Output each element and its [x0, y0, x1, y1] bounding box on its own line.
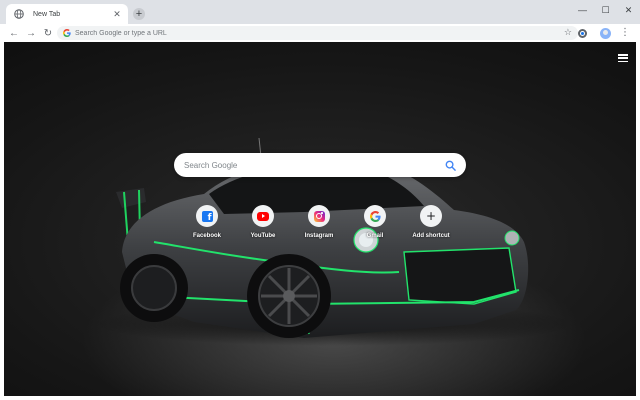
- address-input[interactable]: [75, 29, 515, 37]
- profile-avatar[interactable]: [600, 27, 611, 39]
- shortcut-gmail[interactable]: Gmail: [347, 205, 403, 255]
- add-shortcut-button[interactable]: + Add shortcut: [403, 205, 459, 255]
- browser-menu-icon[interactable]: ⋮: [620, 28, 630, 38]
- google-search-input[interactable]: [184, 160, 445, 170]
- tab-title: New Tab: [33, 10, 61, 18]
- bookmark-star-icon[interactable]: ☆: [564, 27, 572, 38]
- maximize-button[interactable]: ☐: [594, 0, 617, 20]
- window-controls: — ☐ ✕: [571, 0, 640, 20]
- tab-new-tab[interactable]: New Tab ✕: [6, 4, 128, 24]
- shortcut-instagram[interactable]: Instagram: [291, 205, 347, 255]
- shortcut-label: YouTube: [250, 233, 276, 239]
- shortcut-tile[interactable]: [364, 205, 386, 227]
- shortcut-facebook[interactable]: Facebook: [179, 205, 235, 255]
- shortcut-tile[interactable]: +: [420, 205, 442, 227]
- extension-icon[interactable]: [578, 28, 587, 38]
- shortcut-label: Facebook: [192, 233, 221, 239]
- search-icon[interactable]: [445, 160, 456, 171]
- new-tab-button[interactable]: +: [133, 8, 145, 20]
- customize-menu-icon[interactable]: [618, 54, 628, 62]
- facebook-icon: [201, 210, 213, 223]
- toolbar-right: ⋮: [578, 26, 640, 40]
- browser-toolbar: ← → ↻ ☆ ⋮: [0, 24, 640, 42]
- shortcut-label: Gmail: [366, 233, 384, 239]
- close-window-button[interactable]: ✕: [617, 0, 640, 20]
- minimize-button[interactable]: —: [571, 0, 594, 20]
- shortcut-label: Instagram: [304, 233, 334, 239]
- google-icon: [63, 29, 71, 37]
- back-button[interactable]: ←: [8, 27, 20, 39]
- youtube-icon: [257, 211, 269, 221]
- reload-button[interactable]: ↻: [42, 27, 54, 39]
- omnibox[interactable]: ☆: [57, 26, 578, 40]
- shortcuts-row: Facebook YouTube Instagram: [189, 205, 459, 255]
- shortcut-label: Add shortcut: [412, 233, 450, 239]
- shortcut-youtube[interactable]: YouTube: [235, 205, 291, 255]
- shortcut-tile[interactable]: [252, 205, 274, 227]
- shortcut-tile[interactable]: [308, 205, 330, 227]
- new-tab-page: Facebook YouTube Instagram: [4, 42, 636, 396]
- instagram-icon: [313, 210, 325, 222]
- shortcut-tile[interactable]: [196, 205, 218, 227]
- globe-icon: [14, 9, 24, 19]
- plus-icon: +: [425, 209, 437, 223]
- forward-button[interactable]: →: [25, 27, 37, 39]
- tab-close-icon[interactable]: ✕: [112, 9, 122, 19]
- tab-strip: New Tab ✕ + — ☐ ✕: [0, 0, 640, 24]
- google-search-box[interactable]: [174, 153, 466, 177]
- google-icon: [369, 210, 381, 222]
